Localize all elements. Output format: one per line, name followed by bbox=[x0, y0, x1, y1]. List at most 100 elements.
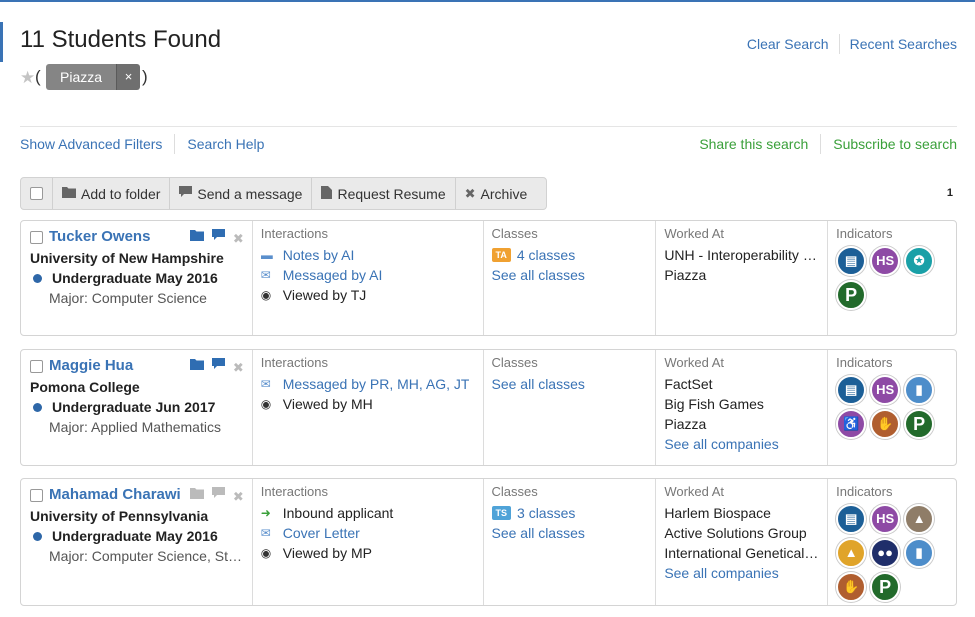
status-dot bbox=[33, 273, 42, 283]
chip-close-icon[interactable]: × bbox=[116, 64, 141, 90]
subscribe-search-link[interactable]: Subscribe to search bbox=[833, 136, 957, 154]
eye-icon: ◉ bbox=[260, 288, 272, 302]
file-icon bbox=[321, 185, 333, 202]
interaction-link[interactable]: Cover Letter bbox=[283, 523, 360, 543]
student-info: Maggie Hua ✖ Pomona College Undergraduat… bbox=[21, 350, 253, 465]
student-name-link[interactable]: Maggie Hua bbox=[49, 356, 133, 376]
interaction-link[interactable]: Messaged by AI bbox=[283, 265, 383, 285]
indicators-column: Indicators ▤ HS ▮ ♿ ✋ P bbox=[828, 350, 956, 465]
checkbox[interactable] bbox=[30, 187, 43, 200]
classes-header: Classes bbox=[491, 355, 538, 370]
page-number: 1 bbox=[946, 187, 953, 199]
filter-links: Show Advanced Filters Search Help bbox=[20, 134, 264, 154]
company-name: Piazza bbox=[664, 267, 707, 283]
student-card: Maggie Hua ✖ Pomona College Undergraduat… bbox=[20, 349, 957, 466]
indicators-header: Indicators bbox=[836, 226, 893, 241]
see-all-classes-link[interactable]: See all classes bbox=[492, 265, 648, 285]
ta-badge: TA bbox=[491, 248, 511, 262]
hs-icon: HS bbox=[870, 246, 901, 276]
share-links: Share this search Subscribe to search bbox=[699, 134, 957, 154]
divider bbox=[820, 134, 822, 154]
eye-icon: ◉ bbox=[260, 397, 272, 411]
major-text: Major: Applied Mathematics bbox=[49, 419, 221, 435]
indicators-header: Indicators bbox=[836, 484, 893, 499]
company-name: International Genetically Engineered Mac… bbox=[664, 545, 819, 561]
document-icon: ▤ bbox=[836, 246, 867, 276]
interaction-link[interactable]: Notes by AI bbox=[283, 245, 355, 265]
document-icon: ▤ bbox=[836, 504, 867, 534]
grad-level: Undergraduate Jun 2017 bbox=[52, 399, 216, 415]
star-icon[interactable]: ★ bbox=[20, 68, 35, 88]
student-card: Tucker Owens ✖ University of New Hampshi… bbox=[20, 220, 957, 336]
left-accent-bar bbox=[0, 22, 3, 62]
divider bbox=[174, 134, 176, 154]
classes-header: Classes bbox=[491, 226, 538, 241]
grad-hat-icon: ▲ bbox=[904, 504, 935, 534]
id-card-icon: ▮ bbox=[904, 375, 935, 405]
ts-badge: TS bbox=[491, 506, 512, 520]
interactions-column: Interactions ✉ Messaged by PR, MH, AG, JT… bbox=[253, 350, 484, 465]
p-icon: P bbox=[870, 572, 901, 602]
send-message-button[interactable]: Send a message bbox=[170, 178, 313, 209]
add-to-folder-label: Add to folder bbox=[81, 185, 161, 202]
close-icon[interactable]: ✖ bbox=[233, 358, 244, 378]
advanced-filters-link[interactable]: Show Advanced Filters bbox=[20, 136, 162, 154]
archive-button[interactable]: ✖ Archive bbox=[456, 178, 537, 209]
comment-icon[interactable] bbox=[211, 487, 225, 499]
worked-at-header: Worked At bbox=[664, 355, 725, 370]
interaction-text: Viewed by MH bbox=[282, 396, 373, 412]
select-all-checkbox[interactable] bbox=[21, 178, 53, 209]
close-icon[interactable]: ✖ bbox=[233, 487, 244, 507]
school-name: University of Pennsylvania bbox=[30, 508, 209, 524]
school-name: University of New Hampshire bbox=[30, 250, 224, 266]
p-icon: P bbox=[904, 409, 935, 439]
see-all-companies-link[interactable]: See all companies bbox=[664, 434, 819, 454]
folder-icon[interactable] bbox=[189, 358, 204, 370]
close-paren: ) bbox=[142, 67, 148, 86]
student-checkbox[interactable] bbox=[30, 488, 43, 502]
id-card-icon: ▮ bbox=[904, 538, 935, 568]
handshake-icon: ✋ bbox=[836, 572, 867, 602]
document-icon: ▤ bbox=[836, 375, 867, 405]
student-checkbox[interactable] bbox=[30, 230, 43, 244]
search-chip: Piazza × bbox=[46, 64, 141, 90]
handshake-icon: ✋ bbox=[870, 409, 901, 439]
see-all-classes-link[interactable]: See all classes bbox=[492, 523, 648, 543]
student-name-link[interactable]: Tucker Owens bbox=[49, 227, 150, 247]
close-icon[interactable]: ✖ bbox=[233, 229, 244, 249]
grad-level: Undergraduate May 2016 bbox=[52, 270, 218, 286]
student-card: Mahamad Charawi ✖ University of Pennsylv… bbox=[20, 478, 957, 606]
folder-icon[interactable] bbox=[189, 487, 204, 499]
student-name-link[interactable]: Mahamad Charawi bbox=[49, 485, 181, 505]
class-count-link[interactable]: 4 classes bbox=[517, 247, 575, 263]
interaction-text: Viewed by TJ bbox=[282, 287, 367, 303]
add-to-folder-button[interactable]: Add to folder bbox=[53, 178, 171, 209]
worked-at-column: Worked At Harlem Biospace Active Solutio… bbox=[656, 479, 829, 605]
status-dot bbox=[33, 531, 42, 541]
folder-icon[interactable] bbox=[189, 229, 204, 241]
major-text: Major: Computer Science, Statistics bbox=[49, 548, 244, 564]
comment-icon[interactable] bbox=[211, 358, 225, 370]
comment-icon[interactable] bbox=[211, 229, 225, 241]
share-search-link[interactable]: Share this search bbox=[699, 136, 808, 154]
interactions-header: Interactions bbox=[260, 355, 328, 370]
interaction-link[interactable]: Messaged by PR, MH, AG, JT bbox=[283, 374, 470, 394]
student-checkbox[interactable] bbox=[30, 359, 43, 373]
see-all-classes-link[interactable]: See all classes bbox=[492, 374, 648, 394]
indicators-column: Indicators ▤ HS ▲ ▲ ●● ▮ ✋ P bbox=[828, 479, 956, 605]
company-name: Harlem Biospace bbox=[664, 505, 771, 521]
clear-search-link[interactable]: Clear Search bbox=[747, 36, 829, 54]
envelope-icon: ✉ bbox=[260, 526, 271, 540]
interactions-column: Interactions ▬ Notes by AI ✉ Messaged by A… bbox=[253, 221, 484, 335]
request-resume-button[interactable]: Request Resume bbox=[312, 178, 456, 209]
class-count-link[interactable]: 3 classes bbox=[517, 505, 575, 521]
hs-icon: HS bbox=[870, 504, 901, 534]
indicators-header: Indicators bbox=[836, 355, 893, 370]
search-help-link[interactable]: Search Help bbox=[187, 136, 264, 154]
recent-searches-link[interactable]: Recent Searches bbox=[850, 36, 957, 54]
status-dot bbox=[33, 402, 42, 412]
company-name: Piazza bbox=[664, 416, 707, 432]
interactions-header: Interactions bbox=[260, 226, 328, 241]
see-all-companies-link[interactable]: See all companies bbox=[664, 563, 819, 583]
worked-at-column: Worked At FactSet Big Fish Games Piazza … bbox=[656, 350, 829, 465]
